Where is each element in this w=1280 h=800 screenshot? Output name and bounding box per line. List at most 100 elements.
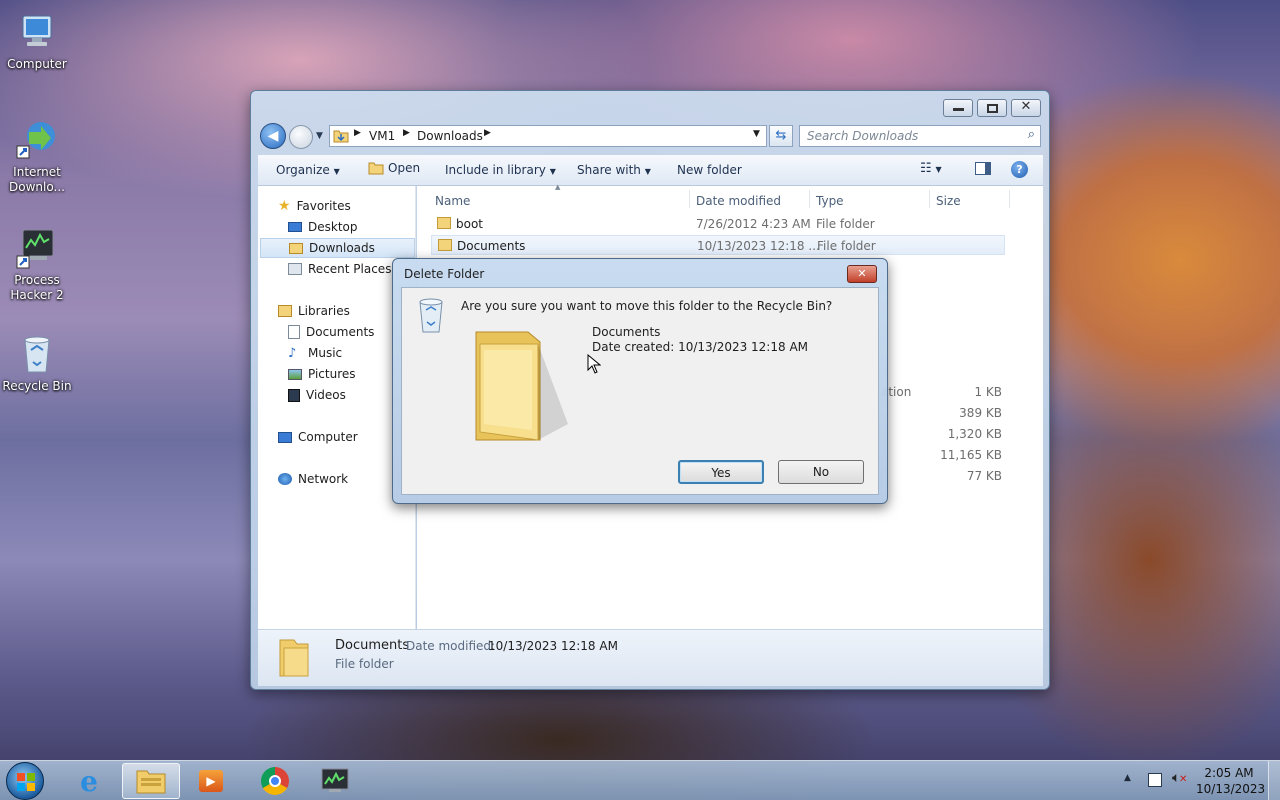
row-type: File folder xyxy=(816,217,875,231)
chevron-down-icon: ▼ xyxy=(644,167,651,176)
address-dropdown-icon[interactable]: ▼ xyxy=(753,129,760,139)
table-row-selected[interactable]: Documents 10/13/2023 12:18 ... File fold… xyxy=(431,235,1005,255)
breadcrumb-vm1[interactable]: VM1 xyxy=(369,129,395,143)
row-date: 7/26/2012 4:23 AM xyxy=(696,217,811,231)
yes-button[interactable]: Yes xyxy=(678,460,764,484)
windows-explorer-icon xyxy=(136,770,166,794)
process-hacker-icon xyxy=(16,229,54,269)
change-view-button[interactable]: ☷ ▼ xyxy=(920,161,942,176)
taskbar: e ▶ ▲ 🔈︎ ✕ 2:05 AM 10/13/2023 xyxy=(0,760,1280,800)
search-input[interactable]: Search Downloads ⌕ xyxy=(799,125,1041,147)
taskbar-chrome[interactable] xyxy=(246,763,304,799)
minimize-icon xyxy=(953,108,964,111)
column-header-name[interactable]: Name xyxy=(435,194,470,208)
recent-pages-dropdown[interactable]: ▼ xyxy=(316,131,323,141)
column-header-type[interactable]: Type xyxy=(816,194,844,208)
details-pane: Documents Date modified: 10/13/2023 12:1… xyxy=(258,629,1043,686)
dialog-question: Are you sure you want to move this folde… xyxy=(461,299,833,313)
nav-documents-label: Documents xyxy=(306,325,375,339)
documents-icon xyxy=(288,325,300,339)
nav-videos-label: Videos xyxy=(306,388,346,402)
process-hacker-icon xyxy=(321,768,349,792)
volume-muted-icon[interactable]: 🔈︎ ✕ xyxy=(1172,770,1187,786)
minimize-button[interactable] xyxy=(943,99,973,117)
breadcrumb-separator-icon: ▶ xyxy=(403,128,410,138)
downloads-folder-icon xyxy=(289,242,303,254)
organize-button[interactable]: Organize ▼ xyxy=(276,163,340,177)
nav-downloads[interactable]: Downloads xyxy=(260,238,415,258)
row-name: boot xyxy=(456,217,484,231)
row-date: 10/13/2023 12:18 ... xyxy=(697,239,820,253)
desktop-icon-label: Computer xyxy=(7,57,67,71)
forward-button[interactable] xyxy=(289,125,313,149)
desktop-icon-label-line2: Downlo... xyxy=(9,180,65,194)
column-divider xyxy=(1009,190,1010,208)
view-list-icon: ☷ xyxy=(920,161,932,176)
large-folder-icon xyxy=(475,331,568,441)
desktop-icon-process-hacker[interactable]: Process Hacker 2 xyxy=(1,226,73,303)
desktop-icon-label: Recycle Bin xyxy=(2,379,72,393)
nav-recent-places-label: Recent Places xyxy=(308,262,392,276)
share-with-label: Share with xyxy=(577,163,641,177)
column-header-size[interactable]: Size xyxy=(936,194,961,208)
taskbar-process-hacker[interactable] xyxy=(306,763,364,799)
maximize-button[interactable] xyxy=(977,99,1007,117)
nav-documents[interactable]: Documents xyxy=(288,322,374,342)
sort-indicator-icon: ▲ xyxy=(555,183,561,191)
action-center-icon[interactable] xyxy=(1148,773,1162,787)
nav-computer[interactable]: Computer xyxy=(278,427,358,447)
share-with-button[interactable]: Share with ▼ xyxy=(577,163,651,177)
row-name: Documents xyxy=(457,239,526,253)
show-desktop-button[interactable] xyxy=(1268,761,1280,800)
help-button[interactable]: ? xyxy=(1011,161,1028,178)
nav-music-label: Music xyxy=(308,346,343,360)
start-button[interactable] xyxy=(6,762,44,800)
new-folder-label: New folder xyxy=(677,163,742,177)
preview-pane-icon xyxy=(975,162,991,175)
nav-libraries[interactable]: Libraries xyxy=(278,301,350,321)
row-size: 77 KB xyxy=(966,469,1002,483)
breadcrumb-downloads[interactable]: Downloads xyxy=(417,129,483,143)
nav-music[interactable]: ♪ Music xyxy=(288,343,342,363)
nav-favorites[interactable]: ★ Favorites xyxy=(278,196,351,216)
videos-icon xyxy=(288,388,300,402)
refresh-button[interactable]: ⇆ xyxy=(769,125,793,147)
taskbar-media-player[interactable]: ▶ xyxy=(182,763,240,799)
nav-desktop[interactable]: Desktop xyxy=(288,217,358,237)
desktop-icon-computer[interactable]: Computer xyxy=(1,10,73,72)
table-row[interactable]: boot 7/26/2012 4:23 AM File folder xyxy=(431,214,1005,234)
breadcrumb-separator-icon: ▶ xyxy=(484,128,491,138)
desktop-icon-label-line1: Internet xyxy=(13,165,61,179)
preview-pane-button[interactable] xyxy=(975,162,991,175)
star-icon: ★ xyxy=(278,198,291,214)
idm-icon xyxy=(16,122,55,159)
nav-pictures[interactable]: Pictures xyxy=(288,364,356,384)
close-button[interactable]: ✕ xyxy=(1011,99,1041,117)
desktop-icon-internet-download-manager[interactable]: Internet Downlo... xyxy=(1,118,73,195)
column-header-date-modified[interactable]: Date modified xyxy=(696,194,781,208)
open-button[interactable]: Open xyxy=(368,161,420,175)
row-type: File folder xyxy=(817,239,876,253)
taskbar-windows-explorer[interactable] xyxy=(122,763,180,799)
details-date-label: Date modified: xyxy=(406,639,496,653)
new-folder-button[interactable]: New folder xyxy=(677,163,742,177)
include-in-library-label: Include in library xyxy=(445,163,546,177)
pictures-icon xyxy=(288,368,302,380)
nav-recent-places[interactable]: Recent Places xyxy=(288,259,391,279)
computer-icon xyxy=(22,15,52,46)
back-arrow-icon: ◀ xyxy=(267,128,279,144)
clock[interactable]: 2:05 AM 10/13/2023 xyxy=(1196,765,1265,797)
help-icon: ? xyxy=(1011,161,1028,178)
show-hidden-icons-button[interactable]: ▲ xyxy=(1124,773,1131,783)
nav-videos[interactable]: Videos xyxy=(288,385,346,405)
back-button[interactable]: ◀ xyxy=(260,123,286,149)
dialog-close-button[interactable]: ✕ xyxy=(847,265,877,283)
network-icon xyxy=(278,473,292,485)
column-divider xyxy=(929,190,930,208)
desktop-icon-recycle-bin[interactable]: Recycle Bin xyxy=(1,332,73,394)
address-bar[interactable]: ▶ VM1 ▶ Downloads ▶ ▼ xyxy=(329,125,767,147)
nav-network[interactable]: Network xyxy=(278,469,348,489)
taskbar-internet-explorer[interactable]: e xyxy=(60,763,118,799)
include-in-library-button[interactable]: Include in library ▼ xyxy=(445,163,556,177)
no-button[interactable]: No xyxy=(778,460,864,484)
